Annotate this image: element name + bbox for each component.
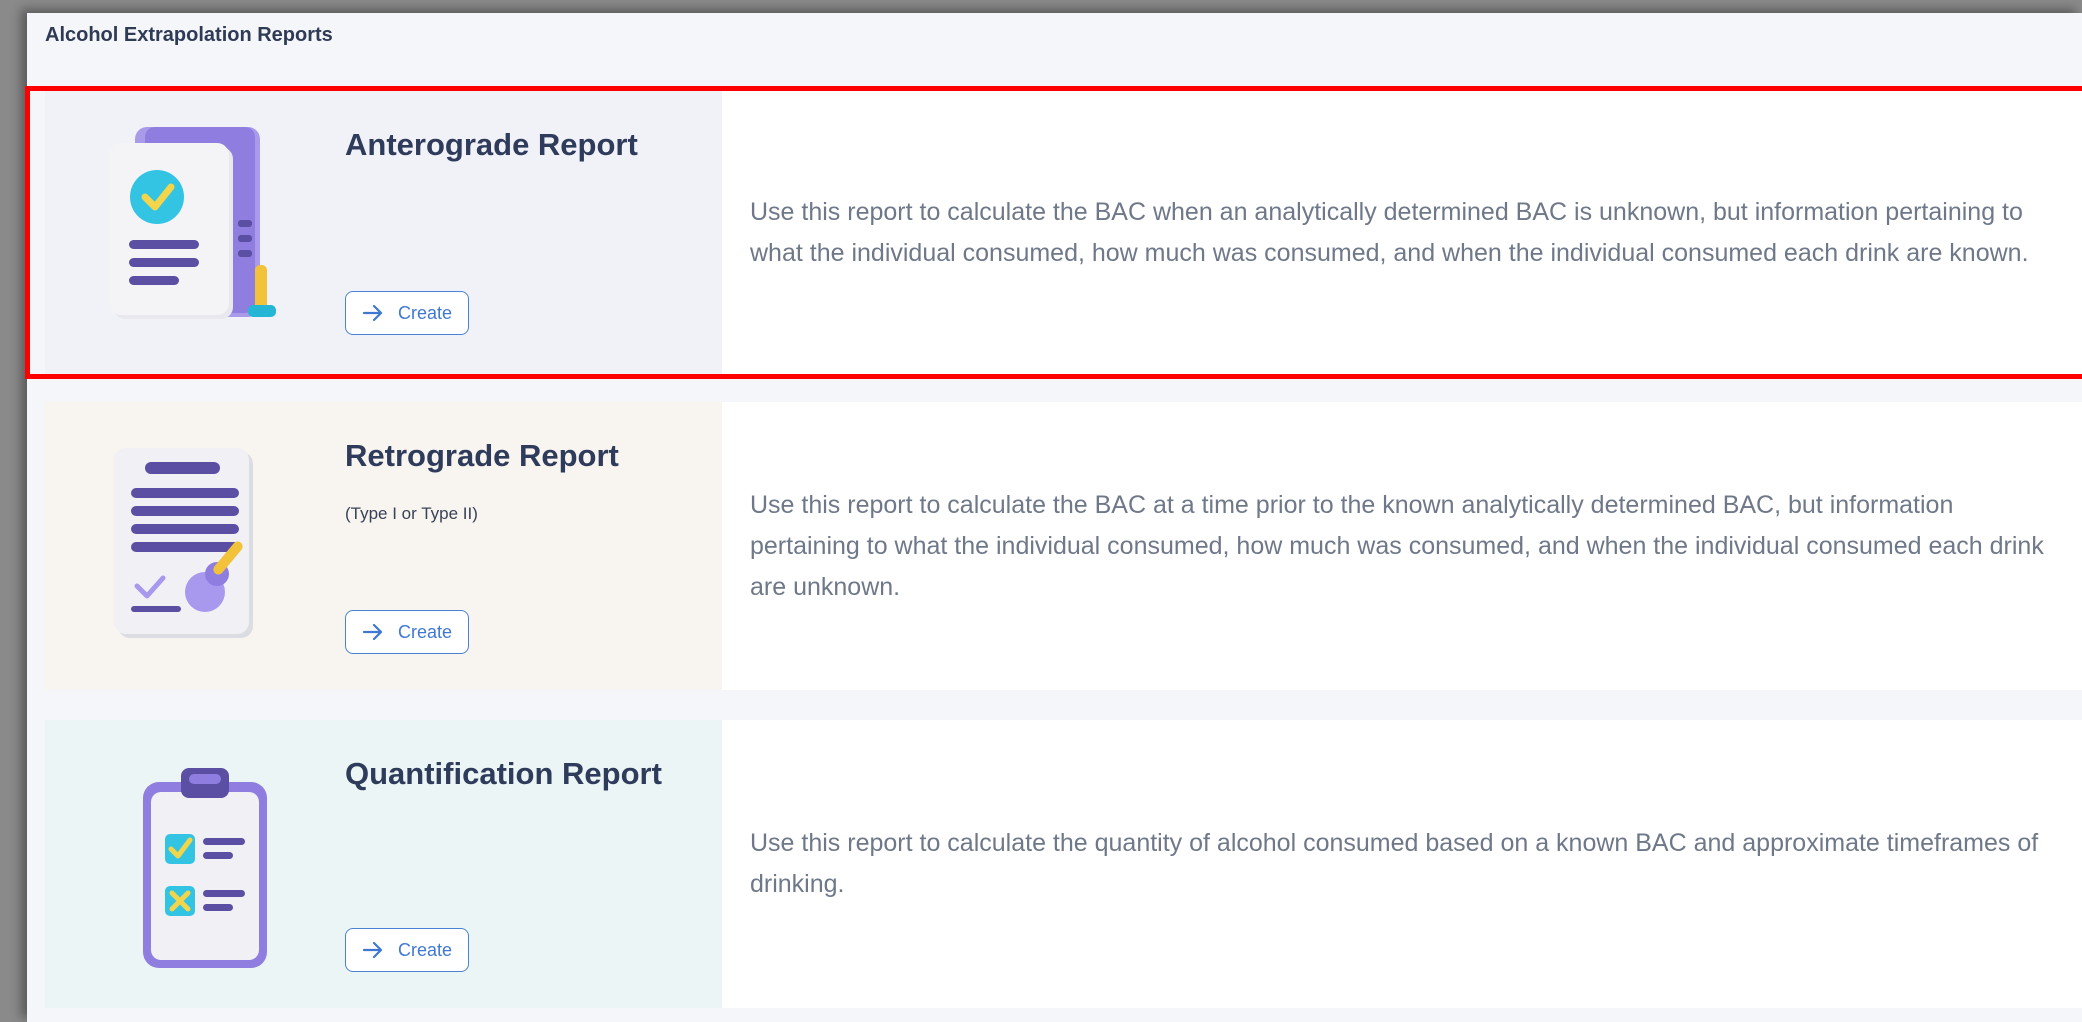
create-button-label: Create bbox=[398, 621, 453, 642]
card-title: Quantification Report bbox=[345, 756, 662, 791]
report-card-retrograde: Retrograde Report (Type I or Type II) Cr… bbox=[45, 402, 2082, 690]
card-left-panel: Anterograde Report Create bbox=[45, 91, 722, 374]
card-left-panel: Quantification Report Create bbox=[45, 720, 722, 1008]
card-description: Use this report to calculate the BAC whe… bbox=[750, 197, 2029, 267]
arrow-right-icon bbox=[362, 941, 383, 959]
clipboard-checklist-icon bbox=[143, 768, 267, 968]
card-description-panel: Use this report to calculate the quantit… bbox=[722, 720, 2082, 1008]
card-subtitle: (Type I or Type II) bbox=[345, 504, 478, 523]
report-card-anterograde: Anterograde Report Create Use this repor… bbox=[45, 91, 2082, 374]
document-stamp-icon bbox=[114, 448, 253, 638]
create-button-label: Create bbox=[398, 302, 453, 323]
create-retrograde-button[interactable]: Create bbox=[345, 610, 469, 654]
card-description: Use this report to calculate the quantit… bbox=[750, 829, 2039, 898]
card-title: Anterograde Report bbox=[345, 127, 638, 162]
create-quantification-button[interactable]: Create bbox=[345, 928, 469, 972]
card-left-panel: Retrograde Report (Type I or Type II) Cr… bbox=[45, 402, 722, 690]
card-title: Retrograde Report bbox=[345, 438, 619, 473]
arrow-right-icon bbox=[362, 304, 383, 322]
card-description-panel: Use this report to calculate the BAC whe… bbox=[722, 91, 2082, 374]
arrow-right-icon bbox=[362, 623, 383, 641]
create-anterograde-button[interactable]: Create bbox=[345, 291, 469, 335]
create-button-label: Create bbox=[398, 939, 453, 960]
card-description: Use this report to calculate the BAC at … bbox=[750, 490, 2044, 601]
card-description-panel: Use this report to calculate the BAC at … bbox=[722, 402, 2082, 690]
report-card-quantification: Quantification Report Create Use this re… bbox=[45, 720, 2082, 1008]
page-title: Alcohol Extrapolation Reports bbox=[45, 24, 333, 46]
document-check-icon bbox=[109, 127, 276, 319]
